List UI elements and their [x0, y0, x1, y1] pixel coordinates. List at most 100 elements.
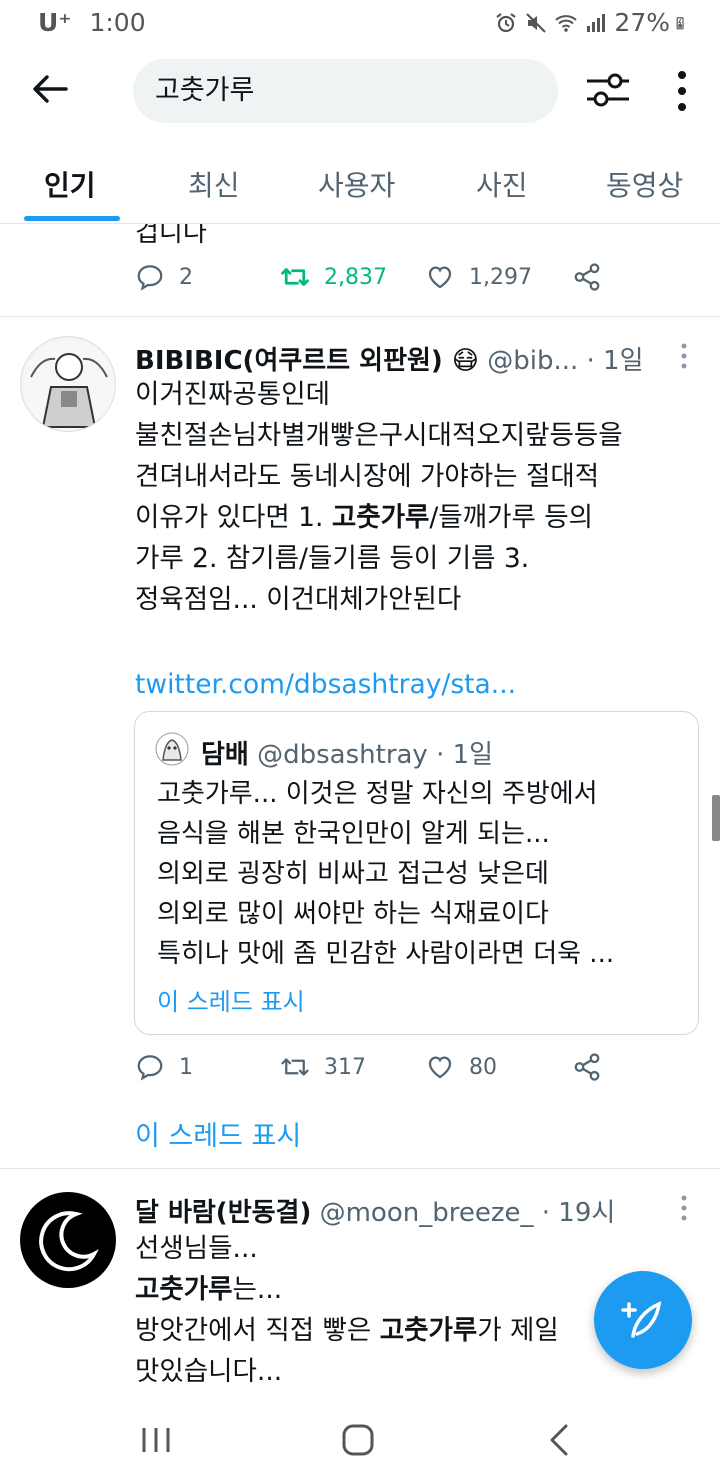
tweet-line: 이유가 있다면 1. 고춧가루/들깨가루 등의 [135, 497, 705, 538]
quoted-text: 고춧가루... 이것은 정말 자신의 주방에서 음식을 해본 한국인만이 알게 … [157, 774, 692, 974]
avatar-illustration-icon [23, 339, 115, 431]
heart-icon [428, 1056, 452, 1079]
tweet-menu-icon[interactable] [676, 342, 692, 370]
quoted-line: 고춧가루... 이것은 정말 자신의 주방에서 [157, 779, 598, 809]
retweet-button[interactable]: 2,837 [280, 262, 387, 292]
like-count: 80 [469, 1054, 497, 1080]
clock: 1:00 [89, 8, 146, 37]
tweet-header: BIBIBIC(여쿠르트 외판원) 😷 @bib... · 1일 [135, 340, 644, 377]
reply-icon [137, 265, 163, 291]
tweet-line: 불친절손님차별개빻은구시대적오지랖등등을 [135, 420, 623, 451]
tweet-line: 가루 2. 참기름/들기름 등이 기름 3. [135, 543, 530, 574]
tab-people[interactable]: 사용자 [318, 164, 395, 204]
active-tab-indicator [24, 216, 120, 221]
tweet-fragment: /들깨가루 등의 [429, 502, 594, 533]
quoted-line: 음식을 해본 한국인만이 알게 되는... [157, 819, 550, 849]
timestamp[interactable]: · 1일 [587, 346, 644, 376]
search-header: 고춧가루 [0, 55, 720, 125]
reply-count: 2 [179, 264, 193, 290]
alarm-icon [496, 12, 517, 32]
like-count: 1,297 [469, 264, 532, 290]
avatar[interactable] [20, 1192, 116, 1288]
share-icon [574, 1053, 600, 1081]
tweet-menu-icon[interactable] [676, 1194, 692, 1222]
tweet-divider [0, 1168, 720, 1169]
tweet-text-tail: 겁니다 [135, 224, 207, 248]
tweet-line: 선생님들... [135, 1233, 258, 1264]
timestamp[interactable]: · 19시 [542, 1198, 616, 1228]
reply-button[interactable]: 2 [135, 262, 193, 292]
scrollbar-thumb[interactable] [712, 795, 720, 841]
tweet-fragment: 방앗간에서 직접 빻은 [135, 1315, 380, 1346]
display-name[interactable]: 달 바람(반동결) [135, 1198, 311, 1228]
quoted-show-thread-link[interactable]: 이 스레드 표시 [157, 982, 305, 1017]
tweet-line: 견뎌내서라도 동네시장에 가야하는 절대적 [135, 461, 600, 492]
quoted-line: 의외로 굉장히 비싸고 접근성 낮은데 [157, 859, 549, 889]
crescent-moon-icon [39, 1211, 99, 1272]
retweet-count: 317 [324, 1054, 366, 1080]
compose-tweet-button[interactable] [594, 1271, 692, 1369]
back-arrow-icon[interactable] [30, 69, 70, 109]
retweet-icon [281, 268, 309, 286]
status-left: U⁺ 1:00 [38, 8, 146, 37]
show-thread-link[interactable]: 이 스레드 표시 [135, 1114, 301, 1153]
search-tabs: 인기 최신 사용자 사진 동영상 [0, 150, 720, 224]
quoted-header: 담배 @dbsashtray · 1일 [201, 734, 493, 771]
tab-videos[interactable]: 동영상 [606, 164, 683, 204]
search-input[interactable]: 고춧가루 [133, 59, 558, 123]
tab-popular[interactable]: 인기 [44, 164, 96, 204]
tweet-actions: 2 2,837 1,297 [135, 262, 695, 302]
share-button[interactable] [572, 262, 602, 292]
search-term-highlight: 고춧가루 [331, 502, 430, 533]
back-nav-icon[interactable] [540, 1422, 580, 1458]
like-button[interactable]: 1,297 [425, 262, 532, 292]
quoted-tweet[interactable]: 담배 @dbsashtray · 1일 고춧가루... 이것은 정말 자신의 주… [134, 711, 699, 1035]
signal-icon [587, 13, 606, 32]
tweet-actions: 1 317 80 [135, 1052, 695, 1092]
handle[interactable]: @bib... [487, 346, 578, 376]
search-term-highlight: 고춧가루 [135, 1274, 233, 1305]
timeline[interactable]: 겁니다 2 2,837 1,297 BIBIBIC(여쿠르트 외판원) 😷 @b… [0, 224, 720, 1400]
tweet-divider [0, 316, 720, 317]
tweet-text: 이거진짜공통인데 불친절손님차별개빻은구시대적오지랖등등을 견뎌내서라도 동네시… [135, 374, 705, 620]
retweet-button[interactable]: 317 [280, 1052, 366, 1082]
home-icon[interactable] [338, 1422, 378, 1458]
tweet-fragment: 는... [232, 1274, 283, 1305]
search-filter-icon[interactable] [585, 69, 631, 111]
quoted-timestamp: · 1일 [436, 740, 494, 770]
reply-button[interactable]: 1 [135, 1052, 193, 1082]
status-bar: U⁺ 1:00 27% [0, 0, 720, 46]
tweet-line: 정육점임... 이건대체가안된다 [135, 584, 462, 615]
compose-feather-icon [621, 1301, 662, 1338]
retweet-count: 2,837 [324, 264, 387, 290]
like-button[interactable]: 80 [425, 1052, 497, 1082]
quoted-handle: @dbsashtray [257, 740, 428, 770]
share-icon [574, 263, 600, 291]
tweet-fragment: 이유가 있다면 1. [135, 502, 332, 533]
tweet-link[interactable]: twitter.com/dbsashtray/sta... [135, 664, 705, 705]
system-nav-bar [0, 1400, 720, 1480]
quoted-display-name: 담배 [201, 740, 249, 770]
more-options-icon[interactable] [668, 67, 696, 115]
heart-icon [428, 266, 452, 289]
carrier-label: U⁺ [38, 8, 72, 37]
reply-icon [137, 1055, 163, 1081]
wifi-icon [555, 14, 578, 32]
tweet-header: 달 바람(반동결) @moon_breeze_ · 19시 [135, 1192, 615, 1229]
status-right: 27% [494, 8, 690, 37]
battery-percent: 27% [614, 8, 670, 37]
quoted-line: 특히나 맛에 좀 민감한 사람이라면 더욱 ... [157, 939, 615, 969]
recent-apps-icon[interactable] [136, 1422, 176, 1458]
tab-photos[interactable]: 사진 [476, 164, 528, 204]
tweet-line: 이거진짜공통인데 [135, 379, 331, 410]
share-button[interactable] [572, 1052, 602, 1082]
display-name[interactable]: BIBIBIC(여쿠르트 외판원) 😷 [135, 346, 479, 376]
battery-charging-icon [676, 16, 684, 29]
search-term-highlight: 고춧가루 [379, 1315, 478, 1346]
quoted-avatar-icon [155, 732, 189, 766]
tab-latest[interactable]: 최신 [188, 164, 240, 204]
tweet-fragment: 가 제일 [477, 1315, 559, 1346]
avatar[interactable] [20, 336, 116, 432]
quoted-line: 의외로 많이 써야만 하는 식재료이다 [157, 899, 549, 929]
handle[interactable]: @moon_breeze_ [320, 1198, 534, 1228]
